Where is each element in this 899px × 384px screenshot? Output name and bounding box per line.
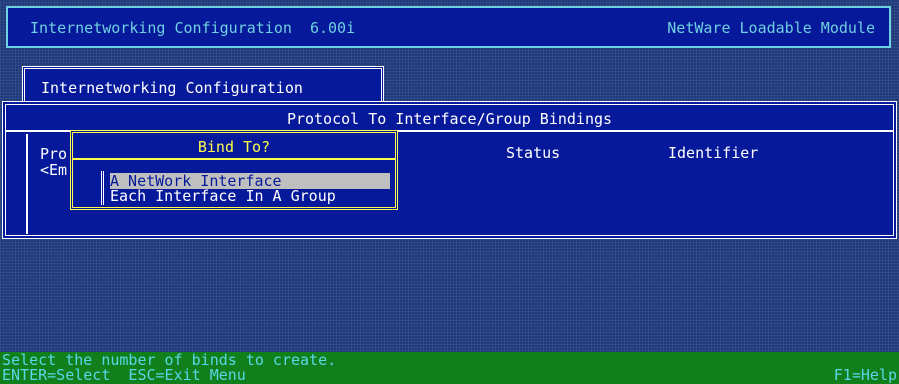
bind-to-options-list: A NetWork Interface Each Interface In A … (101, 171, 394, 205)
app-title: Internetworking Configuration 6.00i (30, 19, 356, 37)
title-bar: Internetworking Configuration 6.00i NetW… (6, 6, 891, 48)
config-window-title: Internetworking Configuration (22, 66, 384, 102)
option-each-interface-in-group[interactable]: Each Interface In A Group (110, 188, 336, 204)
bindings-list-border (26, 134, 28, 234)
bind-to-popup-title: Bind To? (73, 136, 395, 160)
config-window-title-text: Internetworking Configuration (41, 79, 303, 97)
help-bar: Select the number of binds to create. EN… (0, 352, 899, 384)
help-keys: ENTER=Select ESC=Exit Menu (2, 366, 246, 384)
bindings-window-title: Protocol To Interface/Group Bindings (6, 108, 893, 132)
bind-to-popup: Bind To? A NetWork Interface Each Interf… (70, 130, 398, 210)
help-f1[interactable]: F1=Help (834, 367, 897, 383)
protocol-column: Pro <Em (40, 146, 67, 178)
module-label: NetWare Loadable Module (667, 19, 875, 37)
status-column-header: Status (506, 144, 561, 162)
protocol-column-header: Pro (40, 145, 68, 163)
identifier-column-header: Identifier (668, 144, 759, 162)
protocol-empty-entry[interactable]: <Em (40, 162, 67, 178)
